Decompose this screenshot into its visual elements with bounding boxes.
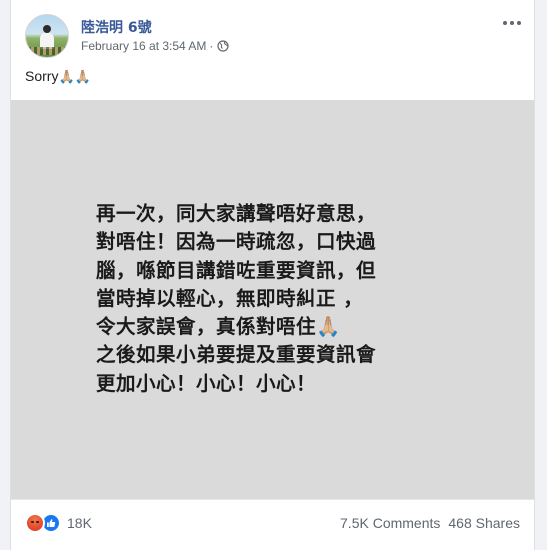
image-text-line: 當時掉以輕心，無即時糾正 ， (96, 286, 364, 310)
globe-icon[interactable] (217, 40, 230, 52)
post-timestamp[interactable]: February 16 at 3:54 AM (81, 39, 206, 53)
shares-count-link[interactable]: 468 Shares (448, 515, 520, 531)
image-text-line: 令大家誤會，真係對唔住🙏🏼 (96, 315, 341, 339)
image-text-block: 再一次，同大家講聲唔好意思， 對唔住！因為一時疏忽，口快過 腦，喺節目講錯咗重要… (96, 200, 476, 398)
post-caption: Sorry🙏🏼🙏🏼 (25, 68, 91, 85)
post-meta: February 16 at 3:54 AM · (81, 39, 230, 53)
author-name[interactable]: 陸浩明 6號 (81, 17, 152, 37)
angry-icon (25, 513, 45, 533)
avatar-head (43, 25, 51, 33)
image-text-line: 更加小心！小心！小心！ (96, 371, 317, 395)
image-text-line: 腦，喺節目講錯咗重要資訊，但 (96, 258, 377, 282)
post-header: 陸浩明 6號 February 16 at 3:54 AM · (25, 14, 524, 60)
reaction-count[interactable]: 18K (67, 515, 92, 531)
caption-pray-emoji: 🙏🏼🙏🏼 (58, 69, 91, 84)
comments-count-link[interactable]: 7.5K Comments (340, 515, 440, 531)
image-text-line: 再一次，同大家講聲唔好意思， (96, 202, 377, 225)
post-stats: 7.5K Comments 468 Shares (340, 515, 520, 531)
thumbs-up-icon (47, 519, 56, 527)
meta-separator: · (209, 39, 214, 53)
avatar-crowd (28, 47, 68, 55)
post-card: 陸浩明 6號 February 16 at 3:54 AM · Sorry🙏🏼🙏… (10, 0, 535, 550)
caption-text: Sorry (25, 68, 59, 84)
image-text-line: 對唔住！因為一時疏忽，口快過 (96, 230, 377, 254)
image-text-line: 之後如果小弟要提及重要資訊會 (96, 343, 377, 367)
more-options-icon[interactable] (502, 18, 522, 28)
post-image[interactable]: 再一次，同大家講聲唔好意思， 對唔住！因為一時疏忽，口快過 腦，喺節目講錯咗重要… (11, 100, 534, 499)
post-footer: 18K 7.5K Comments 468 Shares (11, 499, 534, 550)
avatar[interactable] (25, 14, 69, 58)
reactions-summary[interactable]: 18K (25, 513, 92, 533)
